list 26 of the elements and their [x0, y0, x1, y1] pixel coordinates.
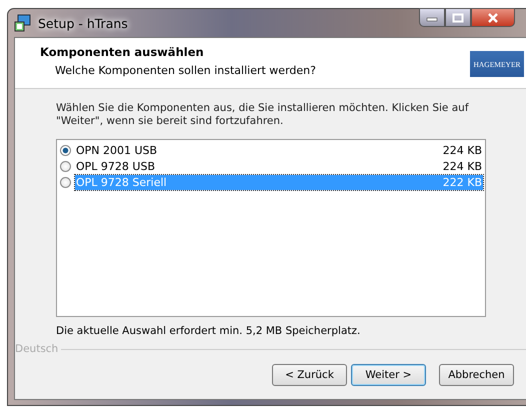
- component-item[interactable]: OPN 2001 USB 224 KB: [75, 142, 483, 158]
- back-button[interactable]: < Zurück: [272, 364, 347, 386]
- component-name: OPN 2001 USB: [76, 144, 158, 156]
- next-button[interactable]: Weiter >: [351, 364, 426, 386]
- minimize-button[interactable]: [419, 8, 445, 27]
- component-item[interactable]: OPL 9728 USB 224 KB: [75, 158, 483, 174]
- installer-icon: [14, 14, 32, 32]
- radio-button[interactable]: [60, 144, 71, 156]
- radio-button[interactable]: [60, 176, 71, 188]
- language-label: Deutsch: [15, 343, 60, 355]
- page-subtitle: Welche Komponenten sollen installiert werden?: [55, 64, 317, 77]
- cancel-button[interactable]: Abbrechen: [439, 364, 514, 386]
- window-title: Setup - hTrans: [38, 16, 128, 30]
- close-button[interactable]: [471, 8, 515, 27]
- radio-button[interactable]: [60, 160, 71, 172]
- instructions-text: Wählen Sie die Komponenten aus, die Sie installieren möchten. Klicken Sie auf "Weiter", wenn sie bereit sind fortzufahren.: [56, 102, 470, 128]
- component-name: OPL 9728 USB: [76, 160, 155, 172]
- page-title: Komponenten auswählen: [40, 45, 205, 59]
- close-icon: [487, 12, 499, 22]
- component-size: 222 KB: [442, 176, 482, 188]
- disk-space-note: Die aktuelle Auswahl erfordert min. 5,2 MB Speicherplatz.: [56, 325, 362, 337]
- component-size: 224 KB: [442, 144, 482, 156]
- component-name: OPL 9728 Seriell: [76, 176, 167, 188]
- maximize-button[interactable]: [445, 8, 471, 27]
- component-size: 224 KB: [442, 160, 482, 172]
- maximize-icon: [452, 12, 464, 22]
